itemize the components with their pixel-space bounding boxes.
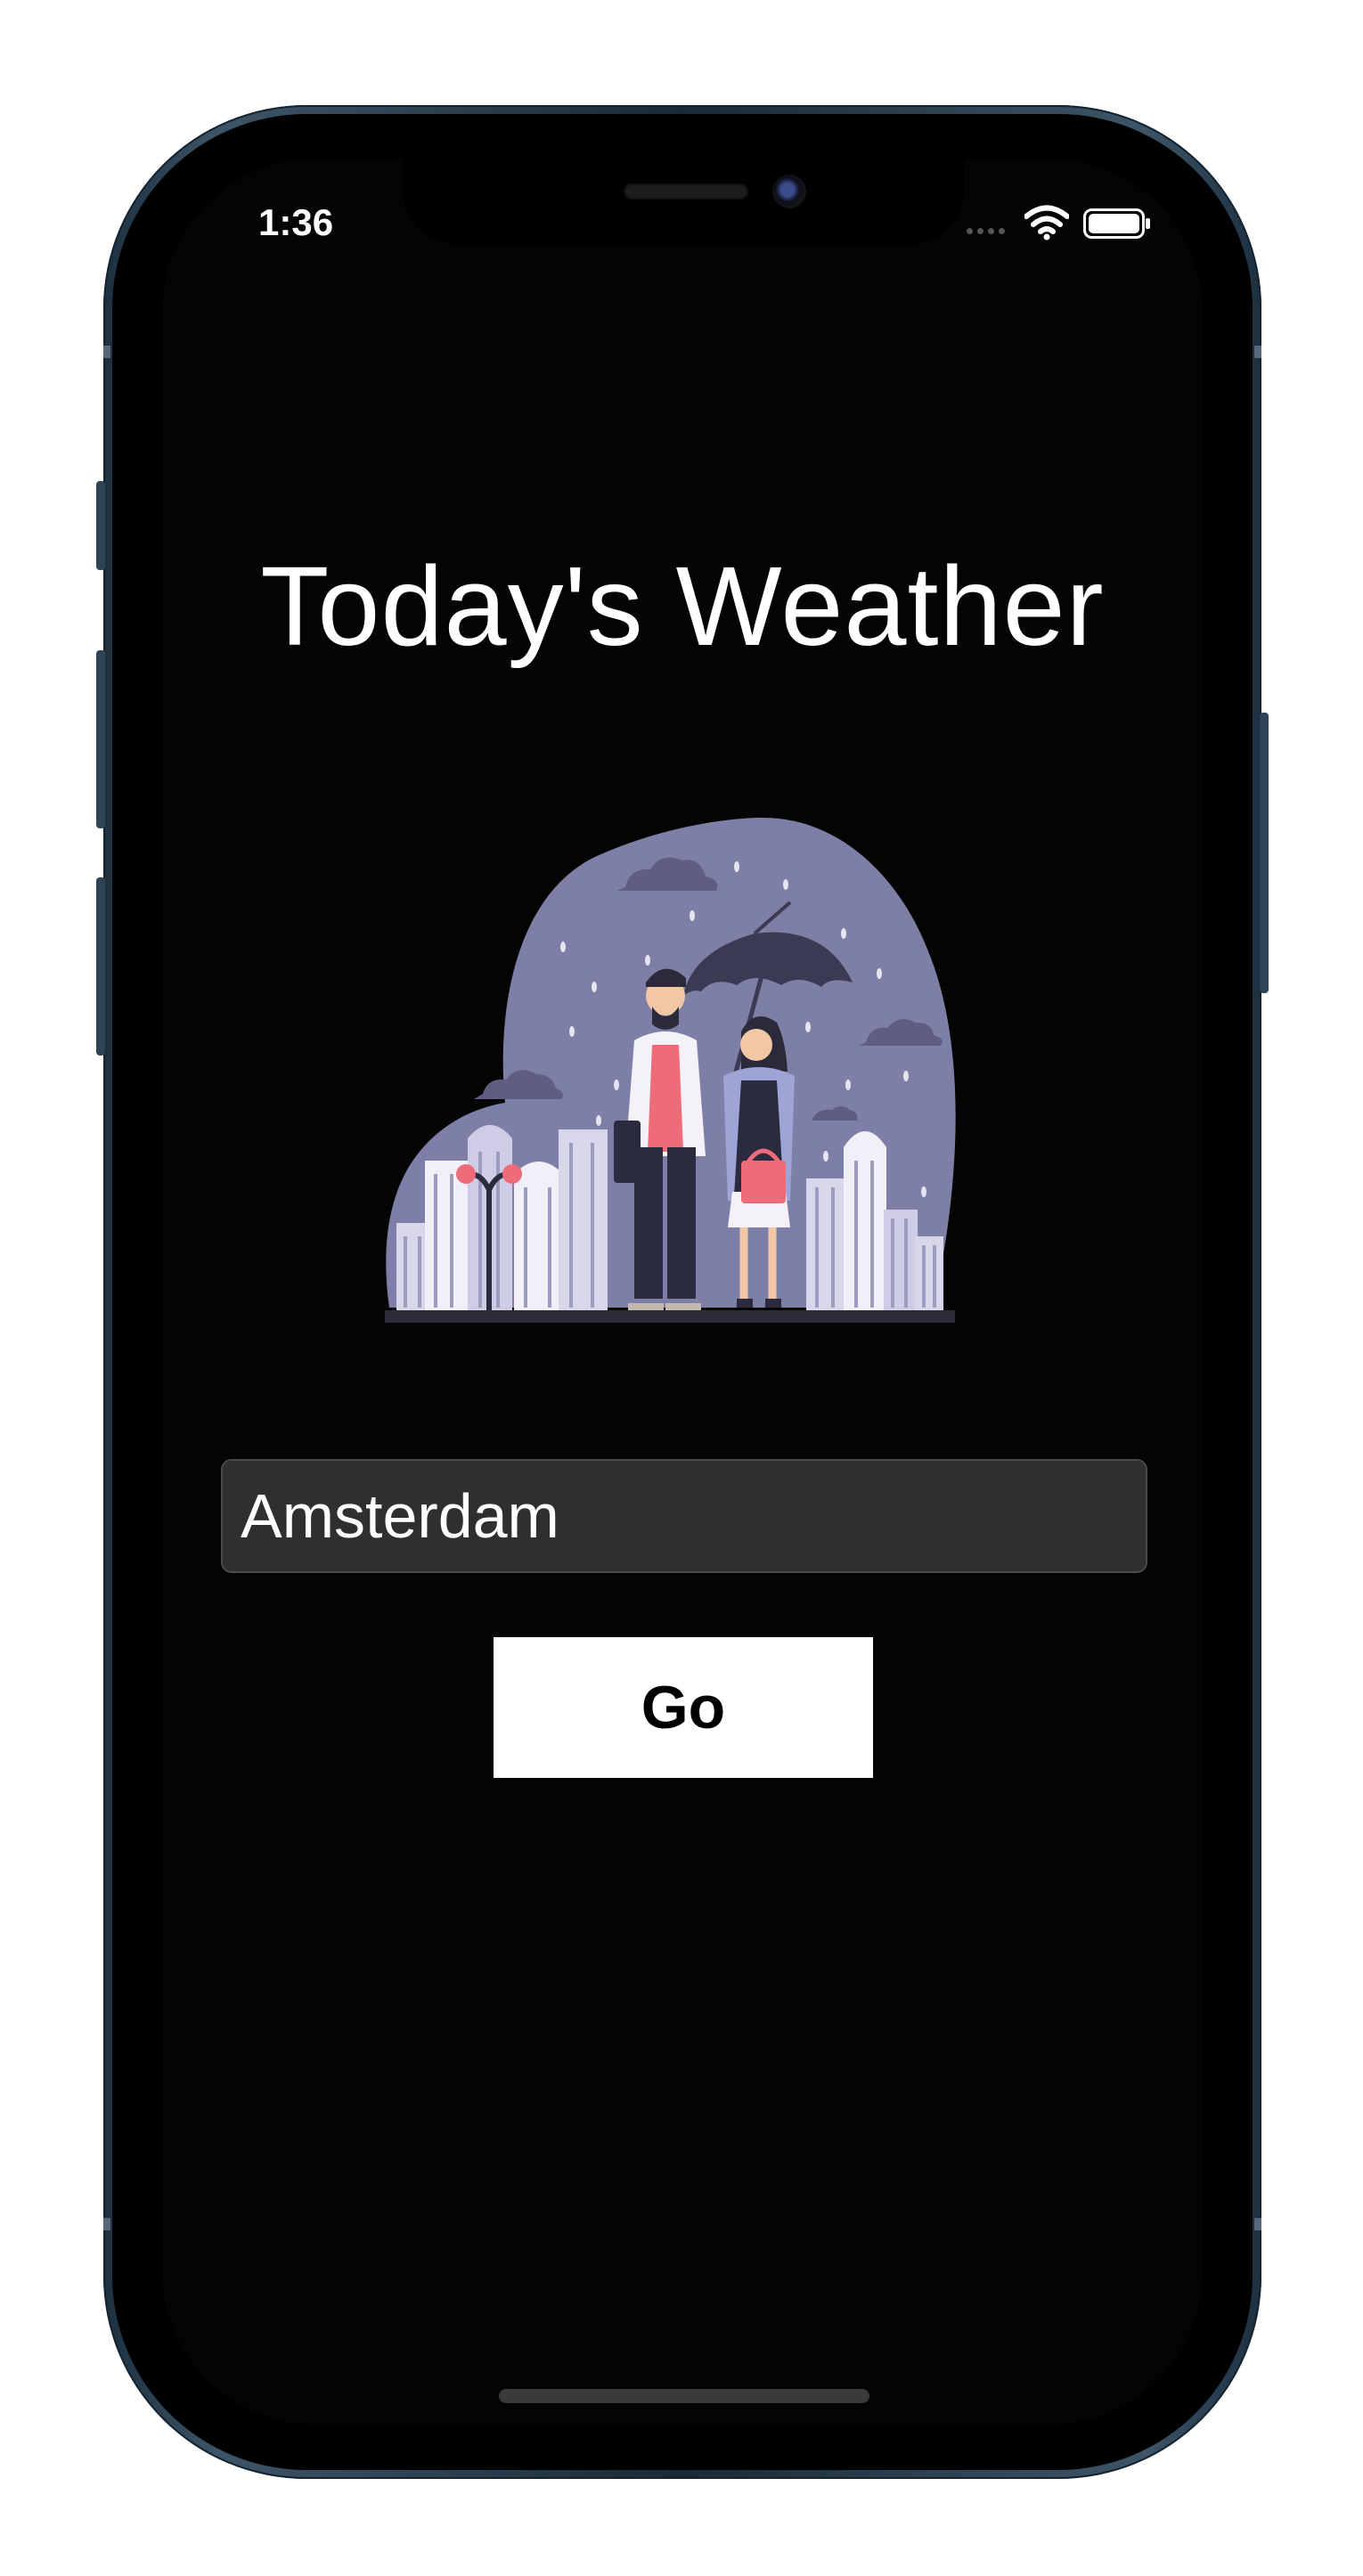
silent-switch — [96, 481, 105, 570]
cellular-signal-icon — [967, 228, 1005, 234]
status-time: 1:36 — [258, 201, 334, 243]
antenna-band — [103, 2218, 110, 2230]
earpiece-speaker — [624, 183, 748, 200]
antenna-band — [103, 346, 110, 358]
volume-down-button — [96, 877, 105, 1056]
home-indicator[interactable] — [499, 2389, 869, 2403]
rainy-city-illustration — [385, 818, 956, 1323]
city-search-input[interactable] — [221, 1459, 1147, 1573]
power-button — [1260, 713, 1269, 993]
wifi-icon — [1024, 205, 1069, 240]
app-screen: 1:36 Today's Weather Amsterdam Go — [162, 159, 1203, 2425]
antenna-band — [1254, 346, 1261, 358]
notch — [403, 159, 964, 244]
go-button[interactable]: Go — [494, 1637, 873, 1778]
antenna-band — [1254, 2218, 1261, 2230]
page-title: Today's Weather — [260, 543, 1105, 669]
battery-icon — [1083, 208, 1150, 239]
front-camera — [772, 175, 806, 208]
volume-up-button — [96, 650, 105, 828]
